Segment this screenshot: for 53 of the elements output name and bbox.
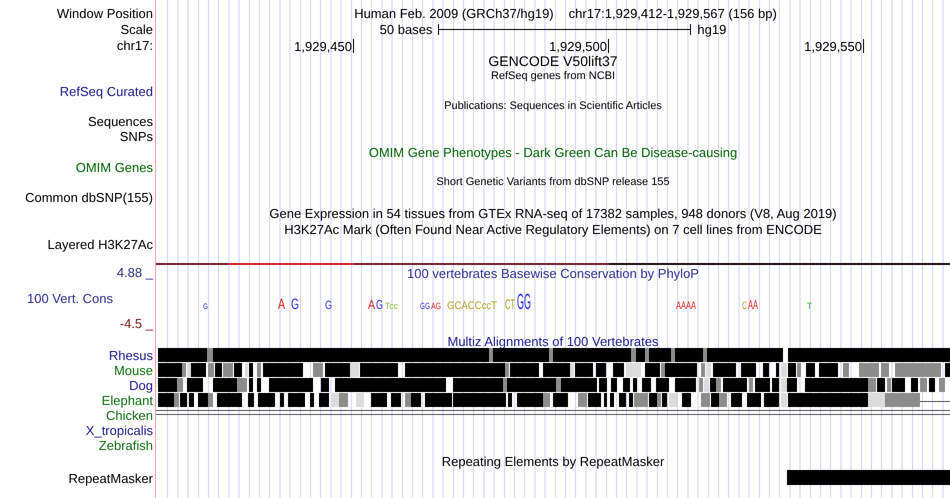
axis-max-label: 4.88 _	[116, 266, 153, 279]
logo-letters: A	[278, 296, 288, 313]
logo-letters: GCACCccT	[447, 300, 504, 312]
ruler-tick	[608, 39, 609, 53]
species-label: X_tropicalis	[86, 424, 153, 437]
ruler-tick-label: 1,929,450	[294, 40, 352, 53]
logo-letters: GG	[517, 289, 552, 314]
track-title: GENCODE V50lift37	[488, 54, 618, 68]
species-label: Mouse	[114, 364, 153, 377]
ruler-tick	[863, 39, 864, 53]
row-label: Window Position	[56, 6, 153, 20]
track-label: RefSeq Curated	[60, 85, 153, 98]
track-label: OMIM Genes	[76, 161, 153, 174]
track-title: OMIM Gene Phenotypes - Dark Green Can Be Disease-causing	[368, 146, 738, 158]
logo-letters: G	[325, 298, 334, 312]
logo-letters: T	[807, 301, 812, 311]
track-label: RepeatMasker	[68, 472, 153, 484]
row-label: chr17:	[116, 38, 153, 52]
species-label: Elephant	[102, 394, 153, 407]
ruler-tick	[353, 39, 354, 53]
track-title: Repeating Elements by RepeatMasker	[442, 455, 664, 468]
track-label: SNPs	[120, 130, 153, 143]
ruler-tick-label: 1,929,550	[804, 40, 862, 53]
ruler-tick-label: 1,929,500	[549, 40, 607, 53]
track-title: Short Genetic Variants from dbSNP release 155	[436, 177, 670, 188]
track-label: Common dbSNP(155)	[25, 191, 153, 204]
species-label: Chicken	[106, 409, 153, 422]
track-label: Sequences	[88, 115, 153, 128]
track-title: RefSeq genes from NCBI	[490, 71, 616, 82]
logo-letters: AAAA	[676, 300, 706, 312]
track-title: 100 vertebrates Basewise Conservation by PhyloP	[407, 267, 699, 280]
track-title: Publications: Sequences in Scientific Articles	[444, 101, 662, 112]
logo-letters: Tcc	[385, 301, 398, 311]
scale-assembly: hg19	[697, 22, 726, 36]
assembly-name: Human Feb. 2009 (GRCh37/hg19)	[354, 6, 554, 20]
species-label: Rhesus	[108, 349, 153, 362]
logo-letters: AG	[431, 301, 444, 311]
logo-letters: G	[291, 296, 303, 313]
species-label: Zebrafish	[98, 439, 153, 452]
row-label: Scale	[120, 22, 153, 36]
scale-length: 50 bases	[380, 22, 432, 36]
track-label: 100 Vert. Cons	[27, 292, 113, 304]
track-title: Gene Expression in 54 tissues from GTEx RNA-seq of 17382 samples, 948 donors (V8, Aug 2019)	[269, 206, 837, 220]
logo-letters: G	[376, 297, 386, 312]
species-label: Dog	[129, 379, 153, 392]
position-range: chr17:1,929,412-1,929,567 (156 bp)	[568, 6, 777, 20]
track-label: Layered H3K27Ac	[47, 238, 153, 251]
track-title: Multiz Alignments of 100 Vertebrates	[447, 334, 658, 348]
logo-letters: AA	[748, 297, 766, 312]
axis-min-label: -4.5 _	[120, 317, 153, 330]
logo-letters: G	[203, 302, 210, 311]
logo-letters: A	[368, 297, 377, 312]
track-title: H3K27Ac Mark (Often Found Near Active Regulatory Elements) on 7 cell lines from ENCODE	[284, 222, 822, 236]
